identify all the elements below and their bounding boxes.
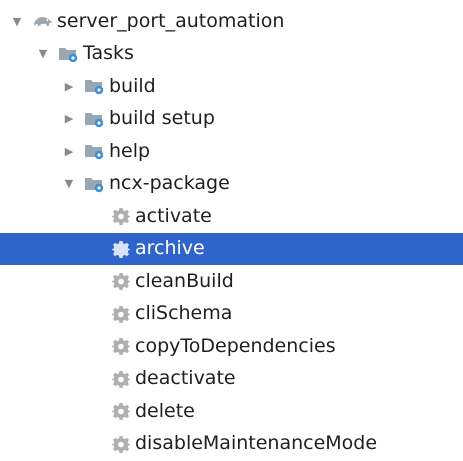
task-item-label: activate xyxy=(135,204,212,227)
task-item-label: delete xyxy=(135,399,195,422)
task-item-deactivate[interactable]: deactivate xyxy=(0,363,463,396)
tree-node-label: build xyxy=(109,74,156,97)
task-folder-icon xyxy=(84,76,105,97)
expand-arrow-right-icon[interactable]: ▶ xyxy=(62,79,76,93)
gear-icon xyxy=(110,368,131,389)
task-item-cleanbuild[interactable]: cleanBuild xyxy=(0,265,463,298)
tree-node-ncx-package[interactable]: ▼ ncx-package xyxy=(0,168,463,201)
task-item-disablemaintenancemode[interactable]: disableMaintenanceMode xyxy=(0,428,463,461)
task-item-label: disableMaintenanceMode xyxy=(135,432,378,455)
tree-node-help[interactable]: ▶ help xyxy=(0,135,463,168)
gradle-tasks-tree: ▼ server_port_automation ▼ Tasks ▶ build… xyxy=(0,5,463,460)
task-item-delete[interactable]: delete xyxy=(0,395,463,428)
elephant-icon xyxy=(32,11,53,32)
tree-node-label: Tasks xyxy=(83,42,134,65)
gear-icon xyxy=(110,433,131,454)
tree-node-tasks[interactable]: ▼ Tasks xyxy=(0,38,463,71)
expand-arrow-down-icon[interactable]: ▼ xyxy=(10,14,24,28)
gear-icon xyxy=(110,336,131,357)
tree-root-server-port-automation[interactable]: ▼ server_port_automation xyxy=(0,5,463,38)
task-item-label: cleanBuild xyxy=(135,269,234,292)
task-folder-icon xyxy=(84,173,105,194)
tree-node-label: build setup xyxy=(109,107,215,130)
tree-node-build-setup[interactable]: ▶ build setup xyxy=(0,103,463,136)
task-item-archive[interactable]: archive xyxy=(0,232,463,265)
task-item-label: copyToDependencies xyxy=(135,334,336,357)
expand-arrow-right-icon[interactable]: ▶ xyxy=(62,112,76,126)
task-folder-icon xyxy=(58,43,79,64)
tree-node-build[interactable]: ▶ build xyxy=(0,70,463,103)
expand-arrow-right-icon[interactable]: ▶ xyxy=(62,144,76,158)
expand-arrow-down-icon[interactable]: ▼ xyxy=(36,47,50,61)
gear-icon xyxy=(110,401,131,422)
task-item-clischema[interactable]: cliSchema xyxy=(0,298,463,331)
tree-root-label: server_port_automation xyxy=(57,9,285,32)
task-item-label: deactivate xyxy=(135,367,236,390)
gear-icon xyxy=(110,238,131,259)
tree-node-label: help xyxy=(109,139,151,162)
gear-icon xyxy=(110,303,131,324)
task-item-copytodependencies[interactable]: copyToDependencies xyxy=(0,330,463,363)
task-item-activate[interactable]: activate xyxy=(0,200,463,233)
tree-node-label: ncx-package xyxy=(109,172,230,195)
task-folder-icon xyxy=(84,108,105,129)
task-item-label: cliSchema xyxy=(135,302,233,325)
expand-arrow-down-icon[interactable]: ▼ xyxy=(62,177,76,191)
task-item-label: archive xyxy=(135,237,205,260)
gear-icon xyxy=(110,271,131,292)
task-folder-icon xyxy=(84,141,105,162)
gear-icon xyxy=(110,206,131,227)
